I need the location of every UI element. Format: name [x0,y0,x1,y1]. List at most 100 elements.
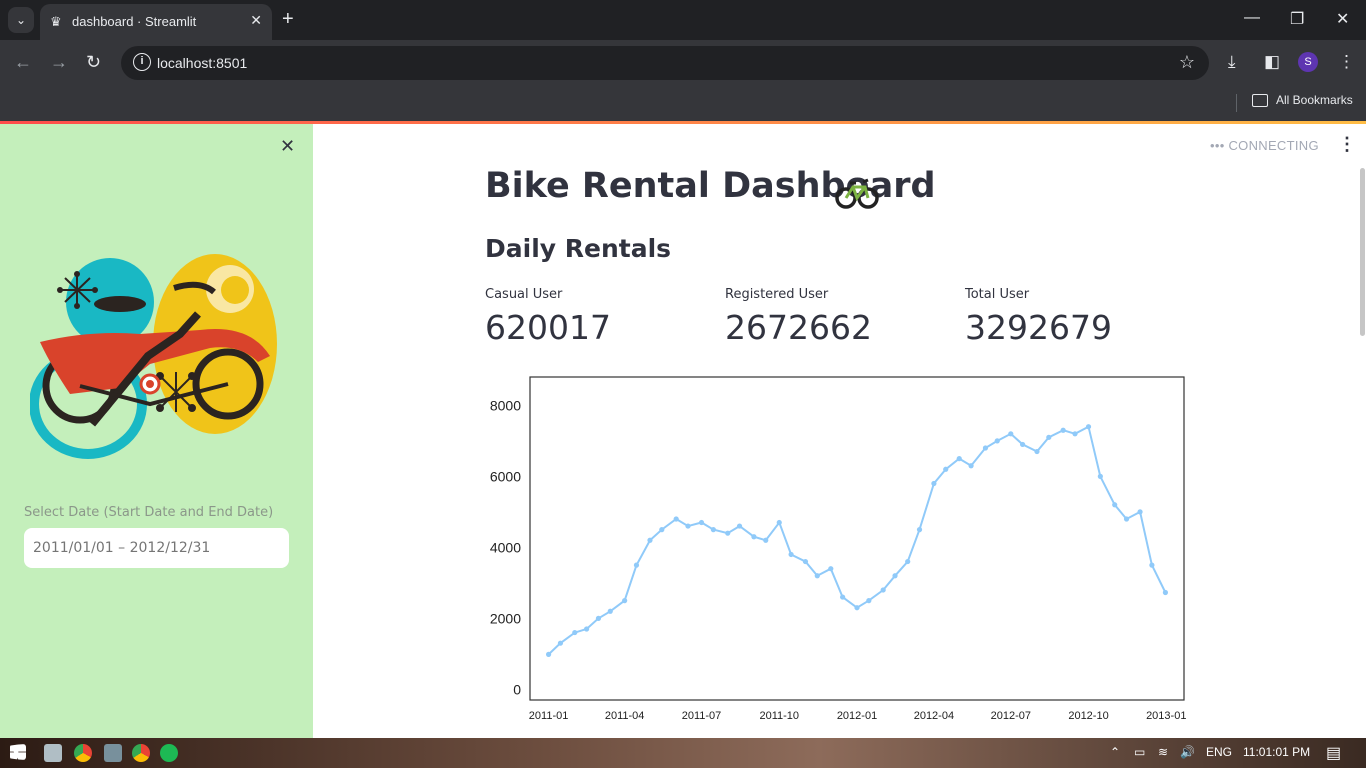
status-dots-icon: ••• [1210,138,1225,153]
bookmarks-bar: All Bookmarks [0,86,1366,121]
battery-icon[interactable]: ▭ [1134,745,1145,759]
folder-icon[interactable] [1252,94,1268,107]
daily-rentals-chart: 0 2000 4000 6000 8000 2011-01 2011-04 2011-07 20… [490,376,1186,722]
data-point [1097,473,1103,479]
side-panel-icon[interactable]: ◧ [1264,52,1280,72]
data-point [994,438,1000,444]
back-button[interactable]: ← [14,52,32,73]
metric-registered: Registered User 2672662 [725,287,872,347]
minimize-button[interactable]: — [1244,9,1260,27]
forward-button[interactable]: → [50,52,68,73]
y-tick-label: 8000 [490,397,521,413]
main-content: ••• CONNECTING ⋮ Bike Rental Dashboard D… [313,124,1366,738]
data-point [968,463,974,469]
x-tick-label: 2011-10 [759,710,799,722]
windows-start-icon[interactable] [10,744,26,760]
data-point [725,530,731,536]
y-tick-label: 4000 [490,539,521,555]
x-tick-label: 2011-04 [605,710,645,722]
data-point [916,527,923,533]
site-info-icon[interactable]: i [133,53,151,71]
data-point [647,537,653,543]
bookmarks-separator [1236,94,1237,112]
main-menu-kebab-icon[interactable]: ⋮ [1338,134,1356,155]
data-point [1112,502,1118,508]
all-bookmarks-link[interactable]: All Bookmarks [1276,93,1353,107]
bookmark-star-icon[interactable]: ☆ [1179,52,1195,73]
data-point [698,519,705,526]
tab-close-icon[interactable]: ✕ [250,12,262,29]
notifications-icon[interactable]: ▤ [1326,743,1341,763]
data-point [802,558,809,565]
plot-frame [529,376,1185,701]
wifi-icon[interactable]: ≋ [1158,745,1168,759]
browser-tab[interactable]: ♛ dashboard · Streamlit ✕ [40,4,272,40]
data-point [1162,589,1169,596]
menu-kebab-icon[interactable]: ⋮ [1338,52,1355,72]
series-line [547,425,1167,656]
data-point [584,626,590,632]
window-close-button[interactable]: ✕ [1336,9,1349,29]
data-point [1149,562,1155,568]
sidebar-close-icon[interactable]: ✕ [280,136,295,157]
data-point [622,598,628,604]
data-point [943,466,949,472]
data-point [840,594,846,600]
metric-total: Total User 3292679 [965,287,1112,347]
data-point [1034,448,1040,455]
streamlit-favicon-icon: ♛ [50,14,62,29]
status-text: CONNECTING [1228,138,1319,153]
data-point [595,615,602,621]
data-point [572,629,578,636]
downloads-icon[interactable]: ⤓ [1228,52,1236,72]
data-point [982,445,989,451]
data-point [1020,441,1026,448]
data-point [866,598,872,604]
spotify-icon[interactable] [160,744,178,762]
x-tick-label: 2011-01 [529,710,569,722]
date-range-label: Select Date (Start Date and End Date) [24,505,274,520]
url-text[interactable]: localhost:8501 [157,55,247,71]
data-point [828,566,834,572]
clock[interactable]: 11:01:01 PM [1243,745,1310,759]
y-tick-label: 0 [513,681,521,697]
chrome-icon[interactable] [74,744,92,762]
x-tick-label: 2012-01 [837,710,877,722]
page-scrollbar[interactable] [1360,168,1365,336]
metric-value: 2672662 [725,308,872,347]
data-point [814,573,820,579]
volume-icon[interactable]: 🔊 [1180,745,1195,759]
sidebar: ✕ Select Date (Start Date and End Date) … [0,124,313,738]
address-bar[interactable]: i localhost:8501 ☆ [121,46,1209,80]
data-point [736,523,743,529]
data-point [607,608,613,614]
data-point [854,605,860,611]
data-point [892,573,898,579]
restore-button[interactable]: ❐ [1290,9,1304,29]
x-tick-label: 2012-10 [1068,710,1108,722]
new-tab-button[interactable]: + [282,8,294,31]
tab-search-button[interactable]: ⌄ [8,7,34,33]
data-point [557,640,564,646]
data-point [545,651,552,657]
data-point [880,587,886,593]
y-tick-label: 2000 [490,610,521,626]
browser-tabstrip: ⌄ ♛ dashboard · Streamlit ✕ + — ❐ ✕ [0,0,1366,40]
date-range-input[interactable] [24,528,289,568]
profile-avatar[interactable]: S [1298,52,1318,72]
metric-casual: Casual User 620017 [485,287,611,347]
data-point [751,534,757,540]
data-point [905,558,911,565]
app-icon[interactable] [104,744,122,762]
language-indicator[interactable]: ENG [1206,745,1232,759]
tab-title: dashboard · Streamlit [72,14,197,29]
data-point [763,537,769,543]
browser-toolbar: ← → ↻ i localhost:8501 ☆ ⤓ ◧ S ⋮ [0,40,1366,86]
tray-chevron-icon[interactable]: ⌃ [1110,745,1120,759]
x-tick-label: 2012-07 [991,710,1031,722]
reload-button[interactable]: ↻ [86,52,101,73]
chrome-active-icon[interactable] [132,744,150,762]
metric-label: Registered User [725,287,829,302]
file-explorer-icon[interactable] [44,744,62,762]
data-point [776,519,782,526]
